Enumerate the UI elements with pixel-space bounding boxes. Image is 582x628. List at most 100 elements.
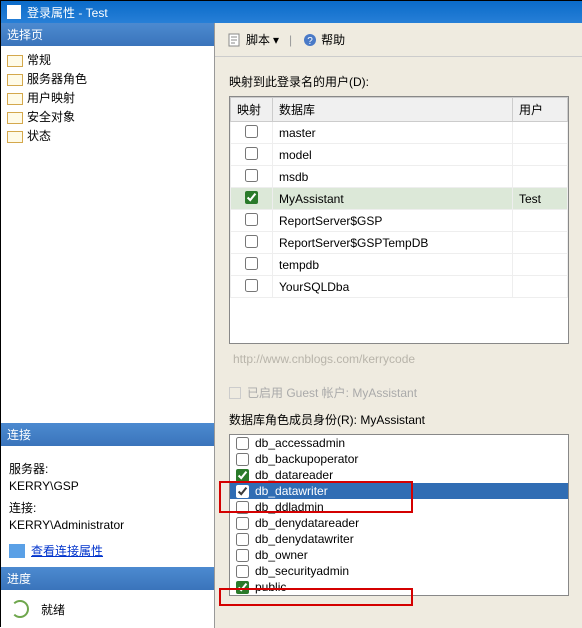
- nav-label: 状态: [27, 127, 51, 144]
- map-checkbox[interactable]: [245, 169, 258, 182]
- user-cell: Test: [513, 188, 568, 210]
- users-table[interactable]: 映射 数据库 用户 mastermodelmsdbMyAssistantTest…: [229, 96, 569, 344]
- db-cell: MyAssistant: [273, 188, 513, 210]
- role-checkbox[interactable]: [236, 565, 249, 578]
- page-icon: [7, 72, 23, 86]
- table-row[interactable]: YourSQLDba: [231, 276, 568, 298]
- map-checkbox[interactable]: [245, 257, 258, 270]
- script-icon: [227, 32, 243, 48]
- role-checkbox[interactable]: [236, 533, 249, 546]
- select-page-header: 选择页: [1, 23, 214, 46]
- map-checkbox[interactable]: [245, 279, 258, 292]
- server-label: 服务器:: [9, 460, 206, 477]
- db-cell: ReportServer$GSPTempDB: [273, 232, 513, 254]
- titlebar: 登录属性 - Test: [1, 1, 582, 23]
- role-item[interactable]: db_owner: [230, 547, 568, 563]
- db-cell: ReportServer$GSP: [273, 210, 513, 232]
- user-cell: [513, 276, 568, 298]
- role-name: db_owner: [255, 548, 308, 562]
- role-item[interactable]: db_securityadmin: [230, 563, 568, 579]
- col-db[interactable]: 数据库: [273, 98, 513, 122]
- db-roles-label: 数据库角色成员身份(R): MyAssistant: [229, 411, 569, 428]
- nav-item[interactable]: 常规: [5, 50, 210, 69]
- nav-label: 常规: [27, 51, 51, 68]
- col-map[interactable]: 映射: [231, 98, 273, 122]
- help-button[interactable]: ? 帮助: [298, 29, 349, 50]
- role-item[interactable]: db_denydatareader: [230, 515, 568, 531]
- nav-item[interactable]: 服务器角色: [5, 69, 210, 88]
- page-icon: [7, 129, 23, 143]
- db-cell: YourSQLDba: [273, 276, 513, 298]
- progress-status: 就绪: [41, 601, 65, 618]
- help-icon: ?: [302, 32, 318, 48]
- role-checkbox[interactable]: [236, 485, 249, 498]
- role-name: db_denydatawriter: [255, 532, 354, 546]
- db-cell: model: [273, 144, 513, 166]
- nav-label: 安全对象: [27, 108, 75, 125]
- map-checkbox[interactable]: [245, 125, 258, 138]
- role-name: db_datareader: [255, 468, 333, 482]
- db-cell: master: [273, 122, 513, 144]
- server-value: KERRY\GSP: [9, 479, 206, 493]
- map-checkbox[interactable]: [245, 147, 258, 160]
- conn-value: KERRY\Administrator: [9, 518, 206, 532]
- page-icon: [7, 110, 23, 124]
- separator: |: [289, 33, 292, 47]
- view-connection-properties-link[interactable]: 查看连接属性: [31, 542, 103, 559]
- user-cell: [513, 232, 568, 254]
- progress-header: 进度: [1, 567, 214, 590]
- table-row[interactable]: msdb: [231, 166, 568, 188]
- user-cell: [513, 144, 568, 166]
- page-icon: [7, 53, 23, 67]
- toolbar: 脚本 ▾ | ? 帮助: [215, 23, 582, 57]
- table-row[interactable]: model: [231, 144, 568, 166]
- nav-item[interactable]: 状态: [5, 126, 210, 145]
- col-user[interactable]: 用户: [513, 98, 568, 122]
- user-cell: [513, 254, 568, 276]
- role-checkbox[interactable]: [236, 453, 249, 466]
- user-cell: [513, 166, 568, 188]
- guest-checkbox: [229, 387, 241, 399]
- user-cell: [513, 210, 568, 232]
- role-item[interactable]: db_datawriter: [230, 483, 568, 499]
- role-checkbox[interactable]: [236, 581, 249, 594]
- svg-text:?: ?: [307, 36, 313, 47]
- db-cell: tempdb: [273, 254, 513, 276]
- role-checkbox[interactable]: [236, 501, 249, 514]
- table-row[interactable]: MyAssistantTest: [231, 188, 568, 210]
- left-panel: 选择页 常规服务器角色用户映射安全对象状态 连接 服务器: KERRY\GSP …: [1, 23, 215, 628]
- table-row[interactable]: ReportServer$GSPTempDB: [231, 232, 568, 254]
- watermark: http://www.cnblogs.com/kerrycode: [229, 344, 569, 370]
- role-item[interactable]: public: [230, 579, 568, 595]
- nav-item[interactable]: 用户映射: [5, 88, 210, 107]
- role-item[interactable]: db_datareader: [230, 467, 568, 483]
- table-row[interactable]: master: [231, 122, 568, 144]
- role-item[interactable]: db_denydatawriter: [230, 531, 568, 547]
- map-checkbox[interactable]: [245, 191, 258, 204]
- user-cell: [513, 122, 568, 144]
- role-checkbox[interactable]: [236, 469, 249, 482]
- table-row[interactable]: ReportServer$GSP: [231, 210, 568, 232]
- script-button[interactable]: 脚本 ▾: [223, 29, 283, 50]
- table-row[interactable]: tempdb: [231, 254, 568, 276]
- conn-label: 连接:: [9, 499, 206, 516]
- role-name: db_ddladmin: [255, 500, 324, 514]
- map-checkbox[interactable]: [245, 213, 258, 226]
- dropdown-arrow-icon: ▾: [273, 33, 279, 47]
- role-item[interactable]: db_backupoperator: [230, 451, 568, 467]
- role-checkbox[interactable]: [236, 517, 249, 530]
- role-item[interactable]: db_ddladmin: [230, 499, 568, 515]
- nav-label: 服务器角色: [27, 70, 87, 87]
- role-name: public: [255, 580, 286, 594]
- role-checkbox[interactable]: [236, 437, 249, 450]
- role-name: db_securityadmin: [255, 564, 349, 578]
- role-item[interactable]: db_accessadmin: [230, 435, 568, 451]
- window-title: 登录属性 - Test: [27, 4, 108, 21]
- role-checkbox[interactable]: [236, 549, 249, 562]
- mapped-users-label: 映射到此登录名的用户(D):: [229, 73, 569, 90]
- map-checkbox[interactable]: [245, 235, 258, 248]
- window-icon: [7, 5, 21, 19]
- role-name: db_backupoperator: [255, 452, 358, 466]
- roles-list[interactable]: db_accessadmindb_backupoperator db_datare…: [229, 434, 569, 596]
- nav-item[interactable]: 安全对象: [5, 107, 210, 126]
